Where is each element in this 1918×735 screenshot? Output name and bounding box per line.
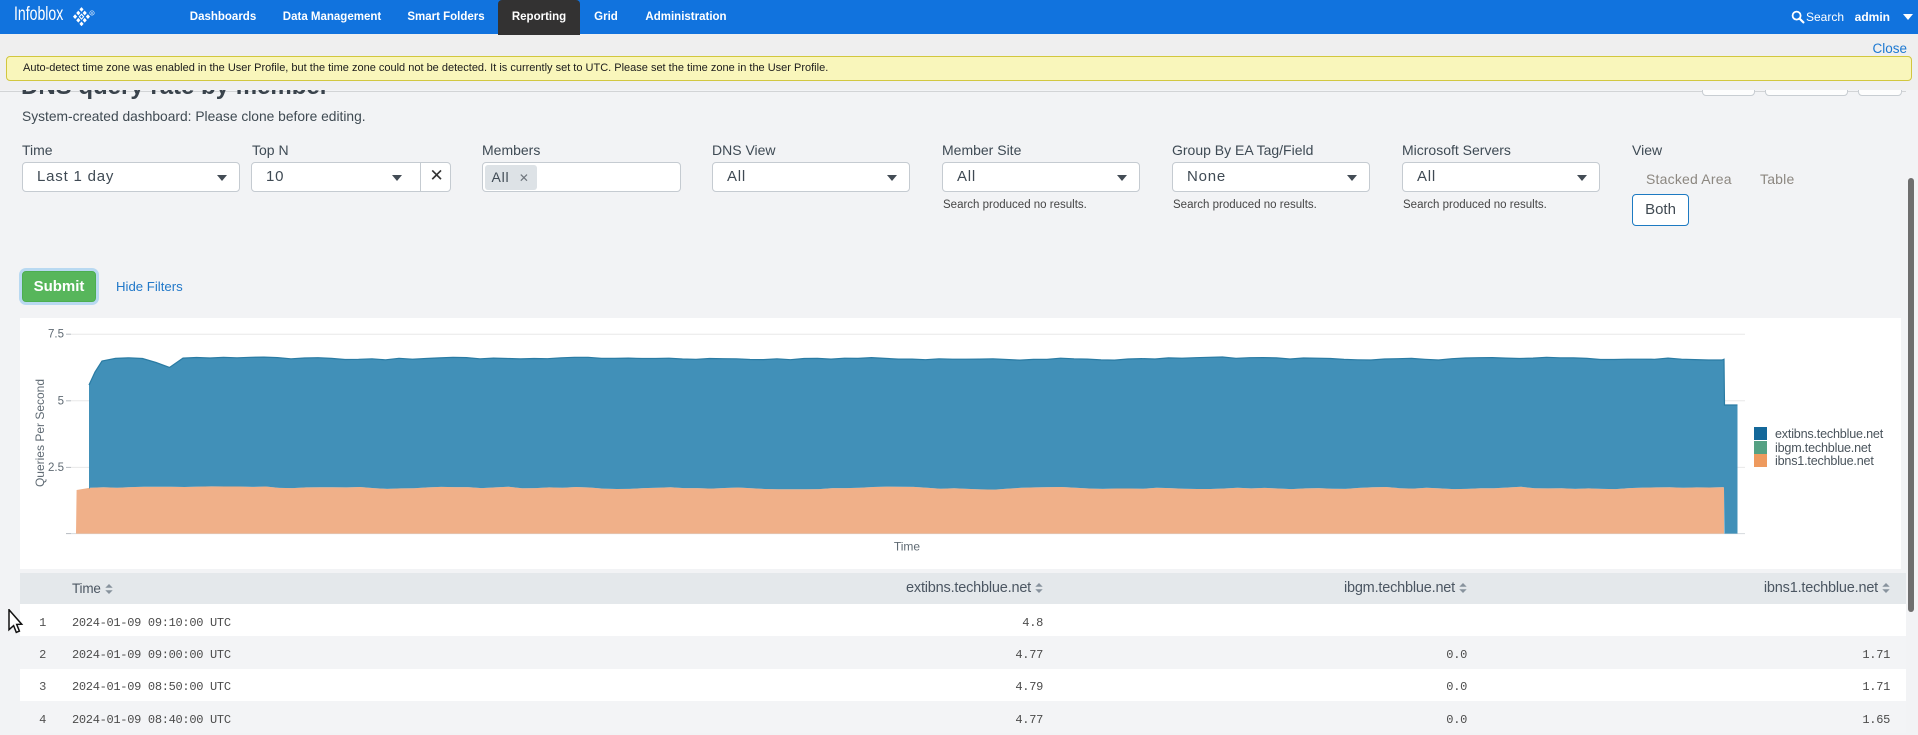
svg-text:Queries Per Second: Queries Per Second <box>33 379 47 487</box>
svg-text:5: 5 <box>58 395 64 407</box>
svg-text:7.5: 7.5 <box>48 329 64 341</box>
svg-text:2.5: 2.5 <box>48 462 64 474</box>
svg-text:Time: Time <box>894 540 921 554</box>
